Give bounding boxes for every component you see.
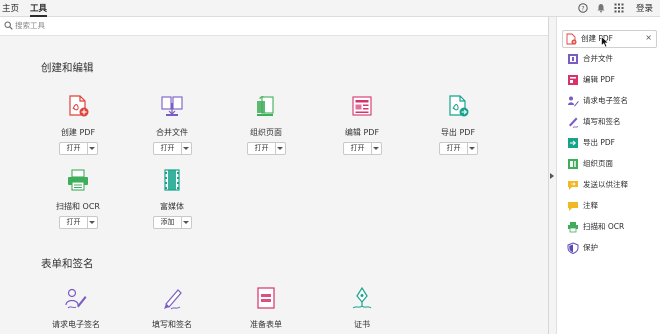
login-link[interactable]: 登录 — [636, 2, 653, 14]
scanner-icon — [68, 169, 88, 191]
mouse-cursor-icon — [601, 36, 609, 48]
edit-pdf-icon — [568, 75, 578, 85]
edit-pdf-icon — [352, 96, 372, 116]
tool-label: 合并文件 — [156, 128, 188, 137]
panel-item-label: 注释 — [583, 201, 598, 210]
panel-item-request-esign[interactable]: 请求电子签名 — [565, 93, 657, 109]
tool-search-bar[interactable]: 搜索工具 — [0, 17, 548, 36]
request-signature-icon — [65, 288, 87, 309]
open-button-label[interactable]: 打开 — [440, 143, 468, 154]
shield-icon — [567, 242, 579, 254]
panel-item-fill-sign[interactable]: 填写和签名 — [565, 114, 657, 130]
search-icon — [4, 21, 13, 30]
open-button[interactable]: 打开 — [247, 142, 286, 155]
panel-item-create-pdf[interactable]: 创建 PDF × — [562, 30, 657, 48]
tool-label: 组织页面 — [250, 128, 282, 137]
tool-label: 准备表单 — [250, 320, 282, 329]
combine-files-icon — [568, 54, 578, 64]
tool-label: 富媒体 — [160, 202, 184, 211]
scanner-icon — [568, 222, 578, 233]
panel-item-label: 编辑 PDF — [583, 75, 615, 84]
open-button[interactable]: 打开 — [343, 142, 382, 155]
comment-icon — [568, 202, 578, 211]
export-pdf-icon — [449, 95, 469, 117]
panel-item-protect[interactable]: 保护 — [565, 240, 657, 256]
open-button-label[interactable]: 打开 — [248, 143, 276, 154]
panel-item-organize-pages[interactable]: 组织页面 — [565, 156, 657, 172]
fill-sign-pen-icon — [164, 289, 182, 310]
prepare-form-icon — [257, 287, 275, 309]
add-button-label[interactable]: 添加 — [154, 217, 182, 228]
open-button[interactable]: 打开 — [153, 142, 192, 155]
panel-item-label: 扫描和 OCR — [583, 222, 625, 231]
tool-label: 请求电子签名 — [52, 320, 100, 329]
panel-item-combine-files[interactable]: 合并文件 — [565, 51, 657, 67]
organize-pages-icon — [568, 159, 578, 169]
top-nav-bar: 主页 工具 ? 登录 — [0, 0, 660, 17]
panel-item-export-pdf[interactable]: 导出 PDF — [565, 135, 657, 151]
open-button-label[interactable]: 打开 — [154, 143, 182, 154]
panel-item-label: 保护 — [583, 243, 598, 252]
request-signature-icon — [568, 96, 579, 107]
panel-item-label: 组织页面 — [583, 159, 613, 168]
panel-item-edit-pdf[interactable]: 编辑 PDF — [565, 72, 657, 88]
search-input[interactable]: 搜索工具 — [15, 20, 45, 31]
tool-label: 编辑 PDF — [344, 128, 380, 137]
help-icon[interactable]: ? — [578, 3, 588, 13]
create-pdf-icon — [566, 33, 577, 45]
send-comments-icon — [568, 181, 578, 190]
section-title-forms-signatures: 表单和签名 — [41, 258, 94, 270]
bell-icon[interactable] — [596, 3, 606, 13]
tab-home[interactable]: 主页 — [2, 2, 19, 14]
export-pdf-icon — [568, 138, 578, 148]
fill-sign-pen-icon — [569, 117, 579, 128]
chevron-down-icon[interactable] — [373, 147, 379, 150]
collapse-panel-icon[interactable] — [548, 172, 556, 180]
svg-text:?: ? — [581, 5, 584, 12]
panel-item-send-for-comments[interactable]: 发送以供注释 — [565, 177, 657, 193]
open-button-label[interactable]: 打开 — [60, 217, 88, 228]
open-button[interactable]: 打开 — [59, 142, 98, 155]
open-button[interactable]: 打开 — [439, 142, 478, 155]
certificate-pen-icon — [352, 286, 372, 309]
open-button-label[interactable]: 打开 — [344, 143, 372, 154]
open-button-label[interactable]: 打开 — [60, 143, 88, 154]
tool-label: 证书 — [354, 320, 370, 329]
panel-item-label: 导出 PDF — [583, 138, 615, 147]
panel-item-scan-ocr[interactable]: 扫描和 OCR — [565, 219, 657, 235]
tab-tools[interactable]: 工具 — [30, 2, 48, 17]
apps-grid-icon[interactable] — [614, 3, 624, 13]
chevron-down-icon[interactable] — [89, 221, 95, 224]
tools-main-area: 创建和编辑 创建 PDF 打开 合并文件 打开 组织页面 打开 编辑 PDF 打… — [0, 36, 548, 334]
organize-pages-icon — [257, 96, 274, 116]
close-icon[interactable]: × — [645, 33, 652, 42]
chevron-down-icon[interactable] — [277, 147, 283, 150]
combine-files-icon — [161, 96, 183, 116]
panel-item-label: 发送以供注释 — [583, 180, 628, 189]
panel-item-label: 合并文件 — [583, 54, 613, 63]
chevron-down-icon[interactable] — [469, 147, 475, 150]
chevron-down-icon[interactable] — [183, 147, 189, 150]
tool-label: 导出 PDF — [440, 128, 476, 137]
open-button[interactable]: 打开 — [59, 216, 98, 229]
tool-label: 填写和签名 — [152, 320, 192, 329]
film-strip-icon — [164, 169, 180, 191]
chevron-down-icon[interactable] — [89, 147, 95, 150]
add-button[interactable]: 添加 — [153, 216, 192, 229]
panel-item-label: 请求电子签名 — [583, 96, 628, 105]
chevron-down-icon[interactable] — [183, 221, 189, 224]
create-pdf-icon — [69, 95, 89, 117]
panel-item-comment[interactable]: 注释 — [565, 198, 657, 214]
section-title-create-edit: 创建和编辑 — [41, 62, 94, 74]
panel-item-label: 填写和签名 — [583, 117, 621, 126]
tool-label: 创建 PDF — [60, 128, 96, 137]
right-tools-panel: 创建 PDF × 合并文件 编辑 PDF 请求电子签名 填写和签名 导出 PDF… — [556, 17, 660, 334]
tool-label: 扫描和 OCR — [56, 202, 100, 211]
